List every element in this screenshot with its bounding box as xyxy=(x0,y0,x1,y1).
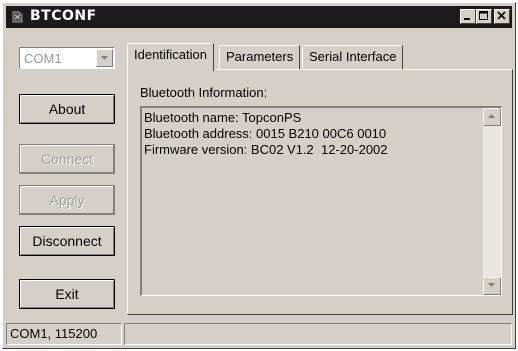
tab-identification[interactable]: Identification xyxy=(127,43,214,71)
vertical-scrollbar[interactable] xyxy=(483,108,501,295)
minimize-button[interactable] xyxy=(460,9,476,24)
about-button[interactable]: About xyxy=(19,94,115,124)
bluetooth-name-line: Bluetooth name: TopconPS xyxy=(144,110,302,125)
close-button[interactable] xyxy=(494,9,510,24)
maximize-button[interactable] xyxy=(476,9,492,24)
window-title: BTCONF xyxy=(30,8,97,24)
apply-button[interactable]: Apply xyxy=(19,185,115,215)
scroll-up-icon xyxy=(488,114,495,118)
tab-parameters[interactable]: Parameters xyxy=(219,45,301,69)
port-select[interactable]: COM1 xyxy=(19,47,115,69)
scroll-up-button[interactable] xyxy=(483,108,501,126)
chevron-down-icon xyxy=(101,56,108,60)
disconnect-button[interactable]: Disconnect xyxy=(19,226,115,256)
maximize-icon xyxy=(479,11,488,20)
port-select-value: COM1 xyxy=(24,51,62,66)
status-message xyxy=(124,323,512,345)
app-icon xyxy=(12,11,23,23)
firmware-version-line: Firmware version: BC02 V1.2 12-20-2002 xyxy=(144,142,388,157)
status-port-info: COM1, 115200 xyxy=(6,323,122,345)
title-bar[interactable]: BTCONF xyxy=(6,6,512,28)
scroll-down-button[interactable] xyxy=(483,277,501,295)
connect-button[interactable]: Connect xyxy=(19,144,115,174)
port-select-dropdown-button[interactable] xyxy=(96,49,113,67)
app-window: BTCONF COM1 About Connect Apply Disconne… xyxy=(2,2,516,349)
bluetooth-info-label: Bluetooth Information: xyxy=(140,85,268,100)
tab-serial-interface[interactable]: Serial Interface xyxy=(302,45,404,69)
minimize-icon xyxy=(464,18,470,20)
exit-button[interactable]: Exit xyxy=(19,279,115,309)
status-bar: COM1, 115200 xyxy=(6,323,512,345)
bluetooth-address-line: Bluetooth address: 0015 B210 00C6 0010 xyxy=(144,126,387,141)
bluetooth-info-text: Bluetooth name: TopconPS Bluetooth addre… xyxy=(144,110,388,158)
bluetooth-info-box: Bluetooth name: TopconPS Bluetooth addre… xyxy=(140,106,502,296)
scroll-down-icon xyxy=(488,283,495,287)
identification-panel: Bluetooth Information: Bluetooth name: T… xyxy=(127,69,513,315)
close-icon xyxy=(497,11,506,20)
